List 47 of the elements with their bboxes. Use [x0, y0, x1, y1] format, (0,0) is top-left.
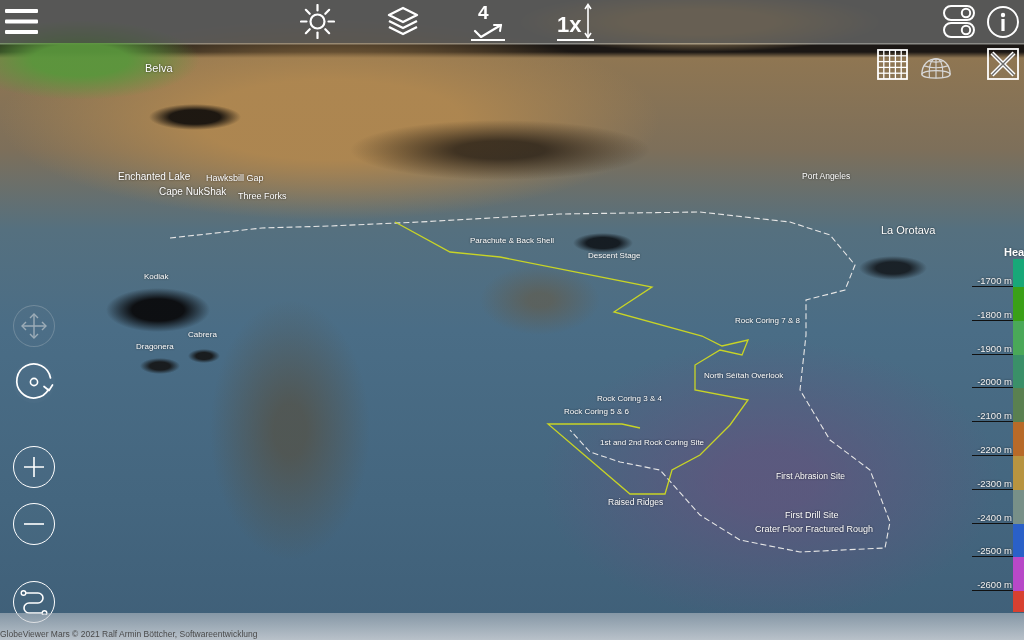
grid-icon	[876, 48, 908, 80]
map-label: Raised Ridges	[608, 498, 664, 508]
checkmark-arrow-icon	[473, 22, 503, 38]
layers-button[interactable]	[387, 5, 419, 38]
map-label: Descent Stage	[588, 251, 641, 261]
move-arrows-icon	[20, 312, 48, 340]
layers-icon	[387, 6, 419, 37]
vertical-arrow-icon	[584, 2, 593, 39]
map-label: Enchanted Lake	[118, 171, 191, 183]
markers-button[interactable]: 4	[471, 2, 505, 41]
map-label: First Drill Site	[785, 510, 839, 521]
info-button[interactable]	[987, 5, 1019, 38]
menu-button[interactable]	[5, 8, 38, 35]
sun-icon	[300, 4, 335, 39]
map-label: Rock Coring 3 & 4	[597, 394, 662, 404]
map-label: Crater Floor Fractured Rough	[755, 524, 874, 535]
close-icon	[987, 48, 1019, 80]
map-label: Cape NukShak	[159, 186, 227, 198]
map-label: Rock Coring 7 & 8	[735, 316, 800, 326]
map-label: Dragonera	[136, 342, 174, 352]
legend-title: Hea	[1004, 245, 1024, 259]
zoom-out-button[interactable]	[13, 503, 55, 545]
map-label: Belva	[145, 62, 173, 75]
map-label: Port Angeles	[802, 172, 851, 182]
map-label: Parachute & Back Shell	[470, 236, 555, 246]
copyright-text: GlobeViewer Mars © 2021 Ralf Armin Böttcher, Softwareentwicklung	[0, 629, 258, 639]
info-icon	[987, 5, 1019, 38]
lighting-button[interactable]	[300, 4, 335, 39]
toggle-switches-icon	[943, 5, 975, 38]
map-label: Cabrera	[188, 330, 217, 340]
toggles-button[interactable]	[943, 4, 975, 39]
plus-icon	[23, 456, 45, 478]
map-label: First Abrasion Site	[776, 472, 845, 482]
close-button[interactable]	[987, 48, 1019, 80]
menu-icon	[5, 9, 38, 34]
route-icon	[20, 589, 48, 615]
map-label: 1st and 2nd Rock Coring Site	[600, 438, 705, 448]
zoom-in-button[interactable]	[13, 446, 55, 488]
map-label: Three Forks	[238, 191, 287, 202]
map-label: North Séítah Overlook	[704, 371, 784, 381]
grid-button[interactable]	[876, 48, 908, 80]
map-label: Hawksbill Gap	[206, 173, 264, 184]
exaggeration-button[interactable]: 1x	[557, 2, 594, 41]
minus-icon	[23, 522, 45, 526]
map-label: Kodiak	[144, 272, 169, 282]
map-label: Rock Coring 5 & 6	[564, 407, 629, 417]
map-label: La Orotava	[881, 224, 936, 237]
